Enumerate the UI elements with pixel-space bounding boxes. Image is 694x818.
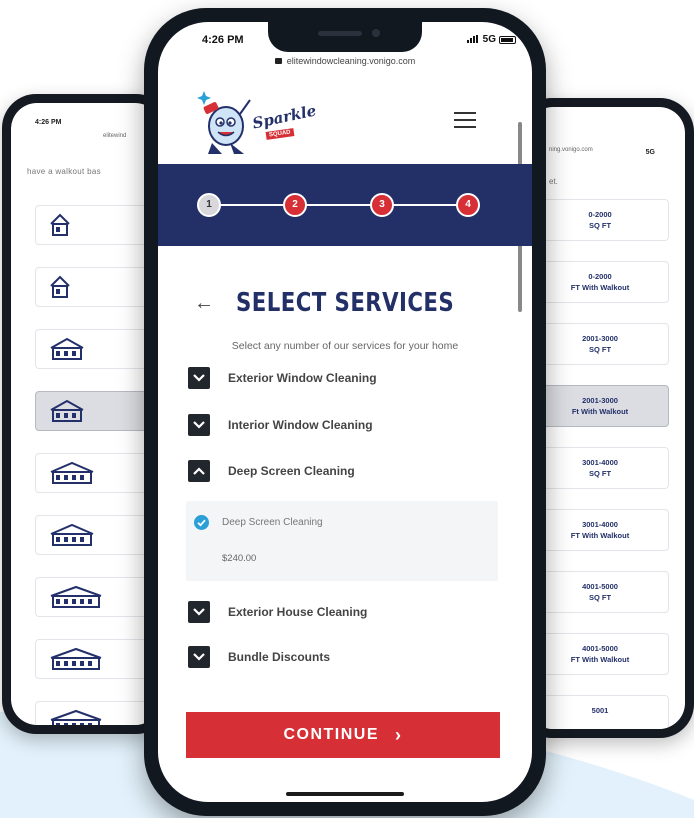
right-home-size-card[interactable]: 0-2000 FT With Walkout bbox=[531, 261, 669, 303]
home-size-range: 4001-5000 bbox=[582, 582, 618, 591]
right-status-network: 5G bbox=[645, 149, 655, 156]
home-size-range: 2001-3000 bbox=[582, 334, 618, 343]
home-size-unit: SQ FT bbox=[588, 593, 612, 602]
address-bar[interactable]: elitewindowcleaning.vonigo.com bbox=[158, 56, 532, 66]
speaker-grille bbox=[318, 31, 362, 36]
page-title: SELECT SERVICES bbox=[236, 288, 455, 318]
house-xlarge-icon bbox=[50, 647, 102, 676]
house-medium-icon bbox=[50, 337, 84, 366]
house-xlarge-icon bbox=[50, 709, 102, 725]
lock-icon bbox=[274, 58, 282, 64]
home-size-unit: SQ FT bbox=[588, 221, 612, 230]
home-size-range: 5001 bbox=[591, 706, 609, 715]
home-size-unit: SQ FT bbox=[588, 345, 612, 354]
center-phone: 4:26 PM 5G elitewindowcleaning.vonigo.co… bbox=[144, 8, 546, 816]
home-size-unit: FT With Walkout bbox=[570, 283, 630, 292]
steps-connector bbox=[208, 204, 466, 206]
right-caption: et. bbox=[549, 177, 558, 186]
left-home-size-card[interactable] bbox=[35, 639, 161, 679]
step-3[interactable]: 3 bbox=[370, 193, 394, 217]
right-home-size-card[interactable]: 2001-3000 SQ FT bbox=[531, 323, 669, 365]
service-bundle-discounts[interactable]: Bundle Discounts bbox=[188, 645, 330, 669]
option-name: Deep Screen Cleaning bbox=[222, 517, 323, 528]
right-home-size-card[interactable]: 5001 bbox=[531, 695, 669, 729]
signal-icon bbox=[467, 35, 478, 43]
chevron-up-icon[interactable] bbox=[188, 460, 210, 482]
battery-icon bbox=[499, 36, 516, 44]
home-size-unit: SQ FT bbox=[588, 469, 612, 478]
right-phone-screen: ning.vonigo.com 5G et. 0-2000 SQ FT 0-2000… bbox=[527, 107, 685, 729]
phone-notch bbox=[268, 22, 422, 52]
progress-steps: 1 2 3 4 bbox=[158, 164, 532, 246]
service-label: Deep Screen Cleaning bbox=[228, 464, 355, 478]
home-indicator bbox=[286, 792, 404, 796]
house-xlarge-icon bbox=[50, 585, 102, 614]
right-home-size-card[interactable]: 3001-4000 SQ FT bbox=[531, 447, 669, 489]
left-phone-screen: 4:26 PM elitewind have a walkout bas bbox=[11, 103, 161, 725]
service-deep-screen[interactable]: Deep Screen Cleaning bbox=[188, 459, 355, 483]
left-home-size-card[interactable] bbox=[35, 391, 161, 431]
left-home-size-card[interactable] bbox=[35, 577, 161, 617]
chevron-down-icon[interactable] bbox=[188, 601, 210, 623]
home-size-unit: FT With Walkout bbox=[570, 531, 630, 540]
left-home-size-card[interactable] bbox=[35, 329, 161, 369]
chevron-down-icon[interactable] bbox=[188, 367, 210, 389]
home-size-range: 2001-3000 bbox=[582, 396, 618, 405]
right-home-size-card[interactable]: 0-2000 SQ FT bbox=[531, 199, 669, 241]
center-phone-screen: 4:26 PM 5G elitewindowcleaning.vonigo.co… bbox=[158, 22, 532, 802]
right-home-size-card[interactable]: 2001-3000 Ft With Walkout bbox=[531, 385, 669, 427]
right-home-size-card[interactable]: 4001-5000 FT With Walkout bbox=[531, 633, 669, 675]
step-1[interactable]: 1 bbox=[197, 193, 221, 217]
left-caption: have a walkout bas bbox=[27, 167, 101, 176]
front-camera bbox=[372, 29, 380, 37]
house-large-icon bbox=[50, 461, 94, 490]
deep-screen-option-panel: Deep Screen Cleaning $240.00 bbox=[186, 501, 498, 581]
service-interior-window[interactable]: Interior Window Cleaning bbox=[188, 413, 373, 437]
right-url: ning.vonigo.com bbox=[549, 147, 593, 153]
left-home-size-card[interactable] bbox=[35, 453, 161, 493]
house-small-icon bbox=[50, 213, 70, 242]
home-size-range: 0-2000 bbox=[588, 210, 612, 219]
option-price: $240.00 bbox=[222, 553, 257, 564]
address-url: elitewindowcleaning.vonigo.com bbox=[286, 56, 416, 66]
page-subtitle: Select any number of our services for yo… bbox=[231, 340, 459, 352]
home-size-unit: FT With Walkout bbox=[570, 655, 630, 664]
right-home-size-card[interactable]: 3001-4000 FT With Walkout bbox=[531, 509, 669, 551]
menu-icon[interactable] bbox=[454, 112, 476, 128]
service-label: Exterior Window Cleaning bbox=[228, 371, 377, 385]
home-size-range: 3001-4000 bbox=[582, 520, 618, 529]
checkbox-checked-icon[interactable] bbox=[194, 515, 209, 530]
chevron-right-icon: › bbox=[395, 724, 403, 745]
chevron-down-icon[interactable] bbox=[188, 414, 210, 436]
service-exterior-window[interactable]: Exterior Window Cleaning bbox=[188, 366, 377, 390]
mockup-stage: 4:26 PM elitewind have a walkout bas nin… bbox=[0, 0, 694, 818]
step-4[interactable]: 4 bbox=[456, 193, 480, 217]
home-size-unit: Ft With Walkout bbox=[571, 407, 629, 416]
service-exterior-house[interactable]: Exterior House Cleaning bbox=[188, 600, 367, 624]
home-size-range: 3001-4000 bbox=[582, 458, 618, 467]
continue-button[interactable]: CONTINUE › bbox=[186, 712, 500, 758]
left-home-size-card[interactable] bbox=[35, 267, 161, 307]
service-label: Exterior House Cleaning bbox=[228, 605, 368, 619]
house-medium-icon bbox=[50, 399, 84, 428]
service-label: Interior Window Cleaning bbox=[228, 418, 373, 432]
left-url: elitewind bbox=[103, 133, 127, 139]
back-arrow-icon[interactable]: ← bbox=[194, 292, 214, 315]
step-2[interactable]: 2 bbox=[283, 193, 307, 217]
right-home-size-card[interactable]: 4001-5000 SQ FT bbox=[531, 571, 669, 613]
service-label: Bundle Discounts bbox=[228, 650, 331, 664]
house-large-icon bbox=[50, 523, 94, 552]
left-home-size-card[interactable] bbox=[35, 515, 161, 555]
left-home-size-card[interactable] bbox=[35, 701, 161, 725]
status-time: 4:26 PM bbox=[202, 34, 244, 46]
status-network: 5G bbox=[482, 34, 496, 45]
house-small-icon bbox=[50, 275, 70, 304]
left-home-size-card[interactable] bbox=[35, 205, 161, 245]
home-size-range: 4001-5000 bbox=[582, 644, 618, 653]
home-size-range: 0-2000 bbox=[588, 272, 612, 281]
continue-label: CONTINUE bbox=[283, 726, 380, 743]
chevron-down-icon[interactable] bbox=[188, 646, 210, 668]
left-status-time: 4:26 PM bbox=[35, 119, 62, 126]
